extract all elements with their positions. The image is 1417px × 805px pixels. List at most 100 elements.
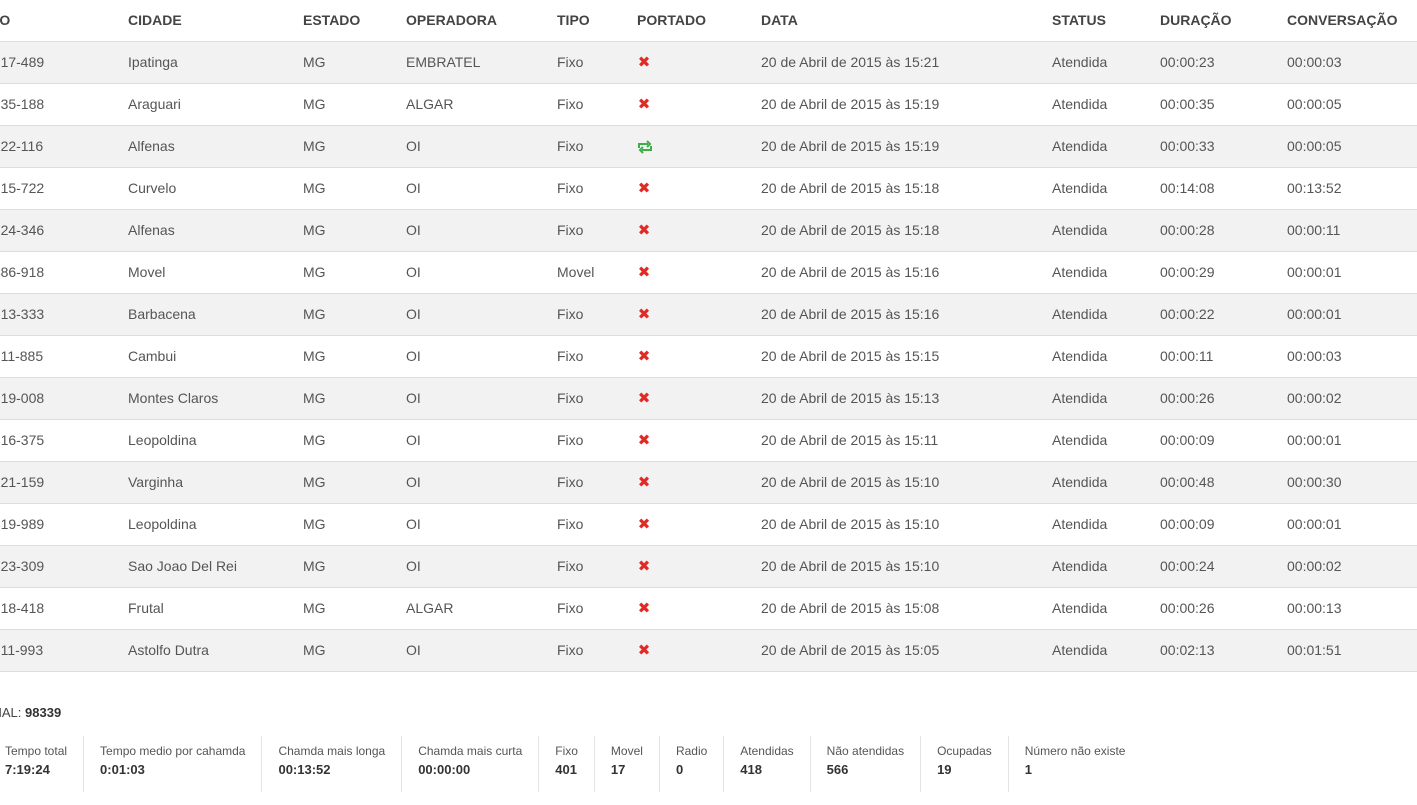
cell-status: Atendida: [1052, 41, 1160, 84]
stat-label: Chamda mais curta: [418, 744, 523, 758]
header-status[interactable]: STATUS: [1052, 0, 1160, 42]
cell-status: Atendida: [1052, 83, 1160, 126]
header-portado[interactable]: PORTADO: [637, 0, 761, 42]
cell-cidade: Movel: [128, 251, 303, 294]
cell-operadora: OI: [406, 251, 557, 294]
cell-conversacao: 00:00:13: [1287, 587, 1417, 630]
close-x-icon: ✖: [637, 348, 651, 365]
cell-cidade: Alfenas: [128, 209, 303, 252]
calls-table: NÚMERO CIDADE ESTADO OPERADORA TIPO PORT…: [0, 0, 1417, 672]
close-x-icon: ✖: [637, 558, 651, 575]
cell-conversacao: 00:00:01: [1287, 251, 1417, 294]
table-row[interactable]: 4311-885CambuiMGOIFixo✖ 20 de Abril de 20…: [0, 335, 1417, 378]
cell-numero: 4511-993: [0, 629, 128, 672]
cell-conversacao: 00:13:52: [1287, 167, 1417, 210]
stat-item: Movel 17: [593, 736, 659, 792]
table-row[interactable]: 8723-309Sao Joao Del ReiMGOIFixo✖ 20 de A…: [0, 545, 1417, 588]
cell-estado: MG: [303, 377, 406, 420]
cell-data: 20 de Abril de 2015 às 15:19: [761, 125, 1052, 168]
stat-label: Atendidas: [740, 744, 794, 758]
table-row[interactable]: 7215-722CurveloMGOIFixo✖ 20 de Abril de 2…: [0, 167, 1417, 210]
close-x-icon: ✖: [637, 54, 651, 71]
cell-status: Atendida: [1052, 125, 1160, 168]
header-estado[interactable]: ESTADO: [303, 0, 406, 42]
cell-conversacao: 00:00:03: [1287, 335, 1417, 378]
header-tipo[interactable]: TIPO: [557, 0, 637, 42]
stat-value: 418: [740, 762, 762, 777]
cell-duracao: 00:00:48: [1160, 461, 1287, 504]
cell-conversacao: 00:00:11: [1287, 209, 1417, 252]
header-operadora[interactable]: OPERADORA: [406, 0, 557, 42]
cell-conversacao: 00:00:01: [1287, 293, 1417, 336]
cell-cidade: Alfenas: [128, 125, 303, 168]
cell-conversacao: 00:00:30: [1287, 461, 1417, 504]
cell-cidade: Montes Claros: [128, 377, 303, 420]
table-row[interactable]: 4511-993Astolfo DutraMGOIFixo✖ 20 de Abri…: [0, 629, 1417, 672]
cell-conversacao: 00:00:01: [1287, 419, 1417, 462]
cell-operadora: ALGAR: [406, 587, 557, 630]
cell-cidade: Sao Joao Del Rei: [128, 545, 303, 588]
header-numero[interactable]: NÚMERO: [0, 0, 128, 42]
cell-tipo: Fixo: [557, 293, 637, 336]
cell-operadora: ALGAR: [406, 83, 557, 126]
cell-portado: ✖: [637, 335, 761, 378]
header-duracao[interactable]: DURAÇÃO: [1160, 0, 1287, 42]
cell-cidade: Leopoldina: [128, 503, 303, 546]
cell-duracao: 00:00:23: [1160, 41, 1287, 84]
table-row[interactable]: 8313-333BarbacenaMGOIFixo✖ 20 de Abril de…: [0, 293, 1417, 336]
cell-conversacao: 00:00:02: [1287, 377, 1417, 420]
header-conversacao[interactable]: CONVERSAÇÃO: [1287, 0, 1417, 42]
cell-tipo: Fixo: [557, 587, 637, 630]
cell-numero: 2924-346: [0, 209, 128, 252]
cell-estado: MG: [303, 419, 406, 462]
table-row[interactable]: 2221-159VarginhaMGOIFixo✖ 20 de Abril de …: [0, 461, 1417, 504]
table-row[interactable]: 4416-375LeopoldinaMGOIFixo✖ 20 de Abril d…: [0, 419, 1417, 462]
close-x-icon: ✖: [637, 222, 651, 239]
cell-tipo: Fixo: [557, 545, 637, 588]
stat-label: Tempo medio por cahamda: [100, 744, 246, 758]
table-row[interactable]: 6135-188AraguariMGALGARFixo✖ 20 de Abril …: [0, 83, 1417, 126]
header-cidade[interactable]: CIDADE: [128, 0, 303, 42]
cell-duracao: 00:00:29: [1160, 251, 1287, 294]
cell-duracao: 00:00:26: [1160, 587, 1287, 630]
cell-status: Atendida: [1052, 503, 1160, 546]
cell-numero: 4419-989: [0, 503, 128, 546]
cell-cidade: Araguari: [128, 83, 303, 126]
cell-tipo: Fixo: [557, 83, 637, 126]
table-row[interactable]: 0917-489IpatingaMGEMBRATELFixo✖ 20 de Abr…: [0, 41, 1417, 84]
close-x-icon: ✖: [637, 264, 651, 281]
stat-label: Ocupadas: [937, 744, 992, 758]
cell-tipo: Fixo: [557, 461, 637, 504]
table-row[interactable]: 8486-918MovelMGOIMovel✖20 de Abril de 20…: [0, 251, 1417, 294]
cell-estado: MG: [303, 83, 406, 126]
cell-estado: MG: [303, 167, 406, 210]
cell-conversacao: 00:00:05: [1287, 83, 1417, 126]
header-data[interactable]: DATA: [761, 0, 1052, 42]
cell-duracao: 00:00:11: [1160, 335, 1287, 378]
table-row[interactable]: 4218-418FrutalMGALGARFixo✖ 20 de Abril de…: [0, 587, 1417, 630]
cell-data: 20 de Abril de 2015 às 15:18: [761, 167, 1052, 210]
close-x-icon: ✖: [637, 96, 651, 113]
cell-operadora: OI: [406, 503, 557, 546]
table-row[interactable]: 2219-008Montes ClarosMGOIFixo✖ 20 de Abri…: [0, 377, 1417, 420]
ramal-value: 98339: [25, 705, 62, 720]
stat-value: 0: [675, 762, 684, 777]
stat-label: Radio: [675, 744, 708, 758]
cell-estado: MG: [303, 503, 406, 546]
cell-operadora: EMBRATEL: [406, 41, 557, 84]
cell-estado: MG: [303, 293, 406, 336]
cell-data: 20 de Abril de 2015 às 15:16: [761, 293, 1052, 336]
cell-estado: MG: [303, 587, 406, 630]
cell-operadora: OI: [406, 335, 557, 378]
cell-data: 20 de Abril de 2015 às 15:10: [761, 545, 1052, 588]
cell-data: 20 de Abril de 2015 às 15:08: [761, 587, 1052, 630]
cell-duracao: 00:02:13: [1160, 629, 1287, 672]
table-row[interactable]: 4419-989LeopoldinaMGOIFixo✖ 20 de Abril d…: [0, 503, 1417, 546]
cell-cidade: Curvelo: [128, 167, 303, 210]
stat-item: Não atendidas 566: [809, 736, 920, 792]
cell-data: 20 de Abril de 2015 às 15:10: [761, 461, 1052, 504]
table-row[interactable]: 2924-346AlfenasMGOIFixo✖ 20 de Abril de 2…: [0, 209, 1417, 252]
cell-portado: ✖: [637, 503, 761, 546]
cell-operadora: OI: [406, 545, 557, 588]
table-row[interactable]: 2922-116AlfenasMGOIFixo 20 de Abril de 20…: [0, 125, 1417, 168]
